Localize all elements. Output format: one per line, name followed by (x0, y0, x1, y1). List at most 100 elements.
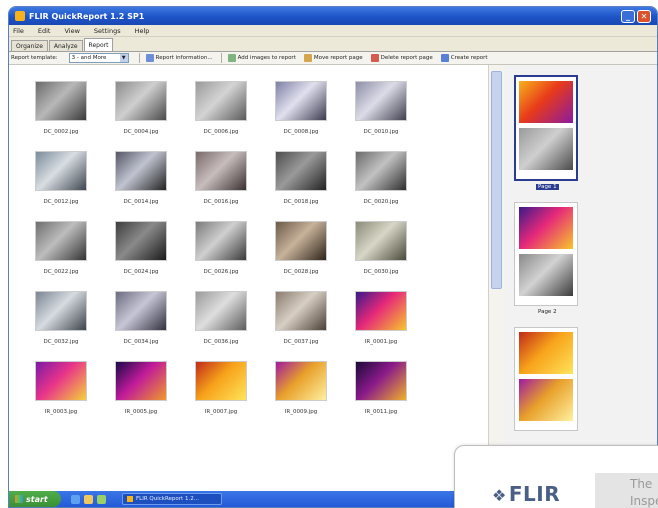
thumbnail-image[interactable] (115, 81, 167, 121)
menu-settings[interactable]: Settings (94, 27, 121, 35)
thumbnail-image[interactable] (195, 151, 247, 191)
thumbnail-grid: DC_0002.jpg DC_0004.jpg DC_0006.jpg DC_0008… (21, 81, 488, 421)
thumbnail-image[interactable] (35, 221, 87, 261)
thumbnail-image[interactable] (35, 151, 87, 191)
thumbnail-image[interactable] (275, 81, 327, 121)
thumbnail-item[interactable]: DC_0010.jpg (341, 81, 421, 141)
thumbnail-item[interactable]: DC_0016.jpg (181, 151, 261, 211)
template-select[interactable]: 3 - and More ▼ (68, 53, 129, 63)
tab-report[interactable]: Report (83, 38, 114, 51)
thumbnail-item[interactable]: DC_0020.jpg (341, 151, 421, 211)
report-page-item[interactable]: Page 1 (514, 75, 657, 202)
create-report-button[interactable]: Create report (440, 54, 488, 62)
report-page-item[interactable]: Page 2 (514, 202, 657, 327)
thumbnail-item[interactable]: DC_0002.jpg (21, 81, 101, 141)
start-button[interactable]: start (9, 491, 61, 507)
thumbnail-item[interactable]: IR_0001.jpg (341, 291, 421, 351)
brand-tagline: The Inspe (630, 477, 658, 508)
thumbnail-image[interactable] (355, 221, 407, 261)
menu-bar: File Edit View Settings Help (9, 25, 657, 37)
thumbnail-item[interactable]: DC_0037.jpg (261, 291, 341, 351)
title-bar[interactable]: FLIR QuickReport 1.2 SP1 _ ✕ (9, 7, 657, 25)
app-window: FLIR QuickReport 1.2 SP1 _ ✕ File Edit V… (8, 6, 658, 508)
thumbnail-filename: DC_0020.jpg (363, 199, 399, 205)
thumbnail-image[interactable] (35, 361, 87, 401)
thumbnail-item[interactable]: DC_0030.jpg (341, 221, 421, 281)
thumbnail-filename: DC_0018.jpg (283, 199, 319, 205)
page-image (519, 254, 573, 296)
thumbnail-item[interactable]: IR_0007.jpg (181, 361, 261, 421)
thumbnail-filename: DC_0010.jpg (363, 129, 399, 135)
page-label: Page 1 (536, 184, 559, 190)
thumbnail-item[interactable]: DC_0032.jpg (21, 291, 101, 351)
thumbnail-item[interactable]: DC_0022.jpg (21, 221, 101, 281)
thumbnail-item[interactable]: DC_0036.jpg (181, 291, 261, 351)
menu-view[interactable]: View (64, 27, 79, 35)
info-icon (145, 54, 154, 62)
chevron-down-icon[interactable]: ▼ (119, 54, 128, 62)
thumbnail-filename: DC_0034.jpg (123, 339, 159, 345)
taskbar-app-button[interactable]: FLIR QuickReport 1.2... (122, 493, 222, 505)
report-page-preview[interactable] (514, 327, 578, 431)
thumbnail-item[interactable]: DC_0008.jpg (261, 81, 341, 141)
thumbnail-image[interactable] (355, 81, 407, 121)
report-information-button[interactable]: Report information... (145, 54, 213, 62)
thumbnail-item[interactable]: DC_0024.jpg (101, 221, 181, 281)
thumbnail-image[interactable] (35, 291, 87, 331)
thumbnail-image[interactable] (275, 361, 327, 401)
thumbnail-image[interactable] (35, 81, 87, 121)
thumbnail-filename: IR_0011.jpg (364, 409, 398, 415)
thumbnail-item[interactable]: IR_0011.jpg (341, 361, 421, 421)
scrollbar-thumb[interactable] (491, 71, 502, 289)
report-page-item[interactable] (514, 327, 657, 431)
tab-analyze[interactable]: Analyze (48, 40, 83, 51)
thumbnail-image[interactable] (355, 151, 407, 191)
folder-icon[interactable] (84, 494, 93, 504)
thumbnail-item[interactable]: DC_0018.jpg (261, 151, 341, 211)
thumbnail-image[interactable] (115, 151, 167, 191)
thumbnail-image[interactable] (195, 221, 247, 261)
delete-page-button[interactable]: Delete report page (370, 54, 433, 62)
thumbnail-item[interactable]: DC_0004.jpg (101, 81, 181, 141)
menu-edit[interactable]: Edit (38, 27, 51, 35)
thumbnail-item[interactable]: IR_0005.jpg (101, 361, 181, 421)
menu-file[interactable]: File (13, 27, 24, 35)
thumbnail-image[interactable] (115, 291, 167, 331)
report-page-preview[interactable] (514, 75, 578, 181)
thumbnail-item[interactable]: IR_0003.jpg (21, 361, 101, 421)
thumbnail-image[interactable] (355, 291, 407, 331)
thumbnail-image[interactable] (355, 361, 407, 401)
thumbnail-image[interactable] (195, 361, 247, 401)
thumbnail-item[interactable]: IR_0009.jpg (261, 361, 341, 421)
thumbnail-filename: DC_0022.jpg (43, 269, 79, 275)
thumbnail-item[interactable]: DC_0028.jpg (261, 221, 341, 281)
report-page-preview[interactable] (514, 202, 578, 306)
menu-help[interactable]: Help (135, 27, 150, 35)
report-pages-pane: Page 1 Page 2 (504, 65, 657, 491)
move-page-button[interactable]: Move report page (303, 54, 363, 62)
thumbnail-image[interactable] (275, 151, 327, 191)
tab-organize[interactable]: Organize (11, 40, 48, 51)
thumbnail-item[interactable]: DC_0012.jpg (21, 151, 101, 211)
thumbnail-image[interactable] (115, 361, 167, 401)
page-image (519, 207, 573, 249)
minimize-button[interactable]: _ (621, 9, 635, 23)
flir-brand-card: ❖FLIR The Inspe (454, 445, 658, 508)
browser-icon[interactable] (71, 494, 80, 504)
add-images-button[interactable]: Add images to report (227, 54, 296, 62)
close-button[interactable]: ✕ (637, 9, 651, 23)
thumbnail-item[interactable]: DC_0026.jpg (181, 221, 261, 281)
thumbnail-image[interactable] (275, 291, 327, 331)
thumbnail-item[interactable]: DC_0014.jpg (101, 151, 181, 211)
thumbnail-image[interactable] (195, 81, 247, 121)
thumbnail-item[interactable]: DC_0006.jpg (181, 81, 261, 141)
thumbnail-filename: DC_0032.jpg (43, 339, 79, 345)
thumbnail-filename: IR_0009.jpg (284, 409, 318, 415)
media-icon[interactable] (97, 494, 106, 504)
thumbnail-image[interactable] (115, 221, 167, 261)
thumbnail-image[interactable] (195, 291, 247, 331)
vertical-scrollbar[interactable] (488, 65, 504, 491)
thumbnail-item[interactable]: DC_0034.jpg (101, 291, 181, 351)
report-toolbar: Report template: 3 - and More ▼ Report i… (9, 51, 657, 65)
thumbnail-image[interactable] (275, 221, 327, 261)
